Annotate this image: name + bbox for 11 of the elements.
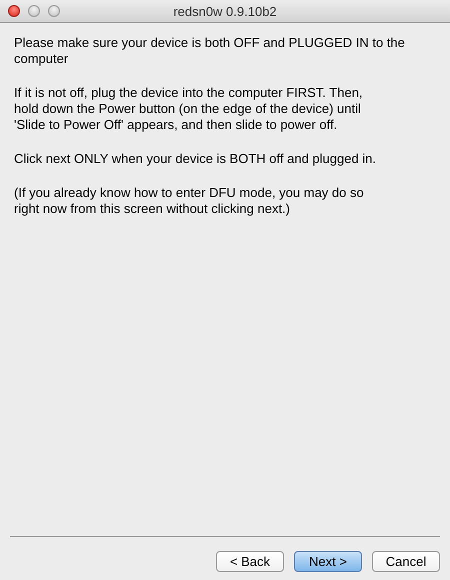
instruction-text: Please make sure your device is both OFF and PLUGGED IN to the computer [14, 35, 406, 67]
close-icon[interactable] [8, 5, 20, 17]
instruction-text: If it is not off, plug the device into the computer FIRST. Then, hold down the Power button (on the edge of the device) until 'Slide to Power Off' appears, and then slide to power off. [14, 85, 364, 133]
back-button[interactable]: < Back [216, 551, 284, 572]
window-title: redsn0w 0.9.10b2 [173, 4, 277, 18]
next-button[interactable]: Next > [294, 551, 362, 572]
cancel-button[interactable]: Cancel [372, 551, 440, 572]
instruction-text: (If you already know how to enter DFU mode, you may do so right now from this screen without clicking next.) [14, 185, 365, 217]
minimize-icon[interactable] [28, 5, 40, 17]
zoom-icon[interactable] [48, 5, 60, 17]
instruction-text: Click next ONLY when your device is BOTH off and plugged in. [14, 151, 378, 167]
